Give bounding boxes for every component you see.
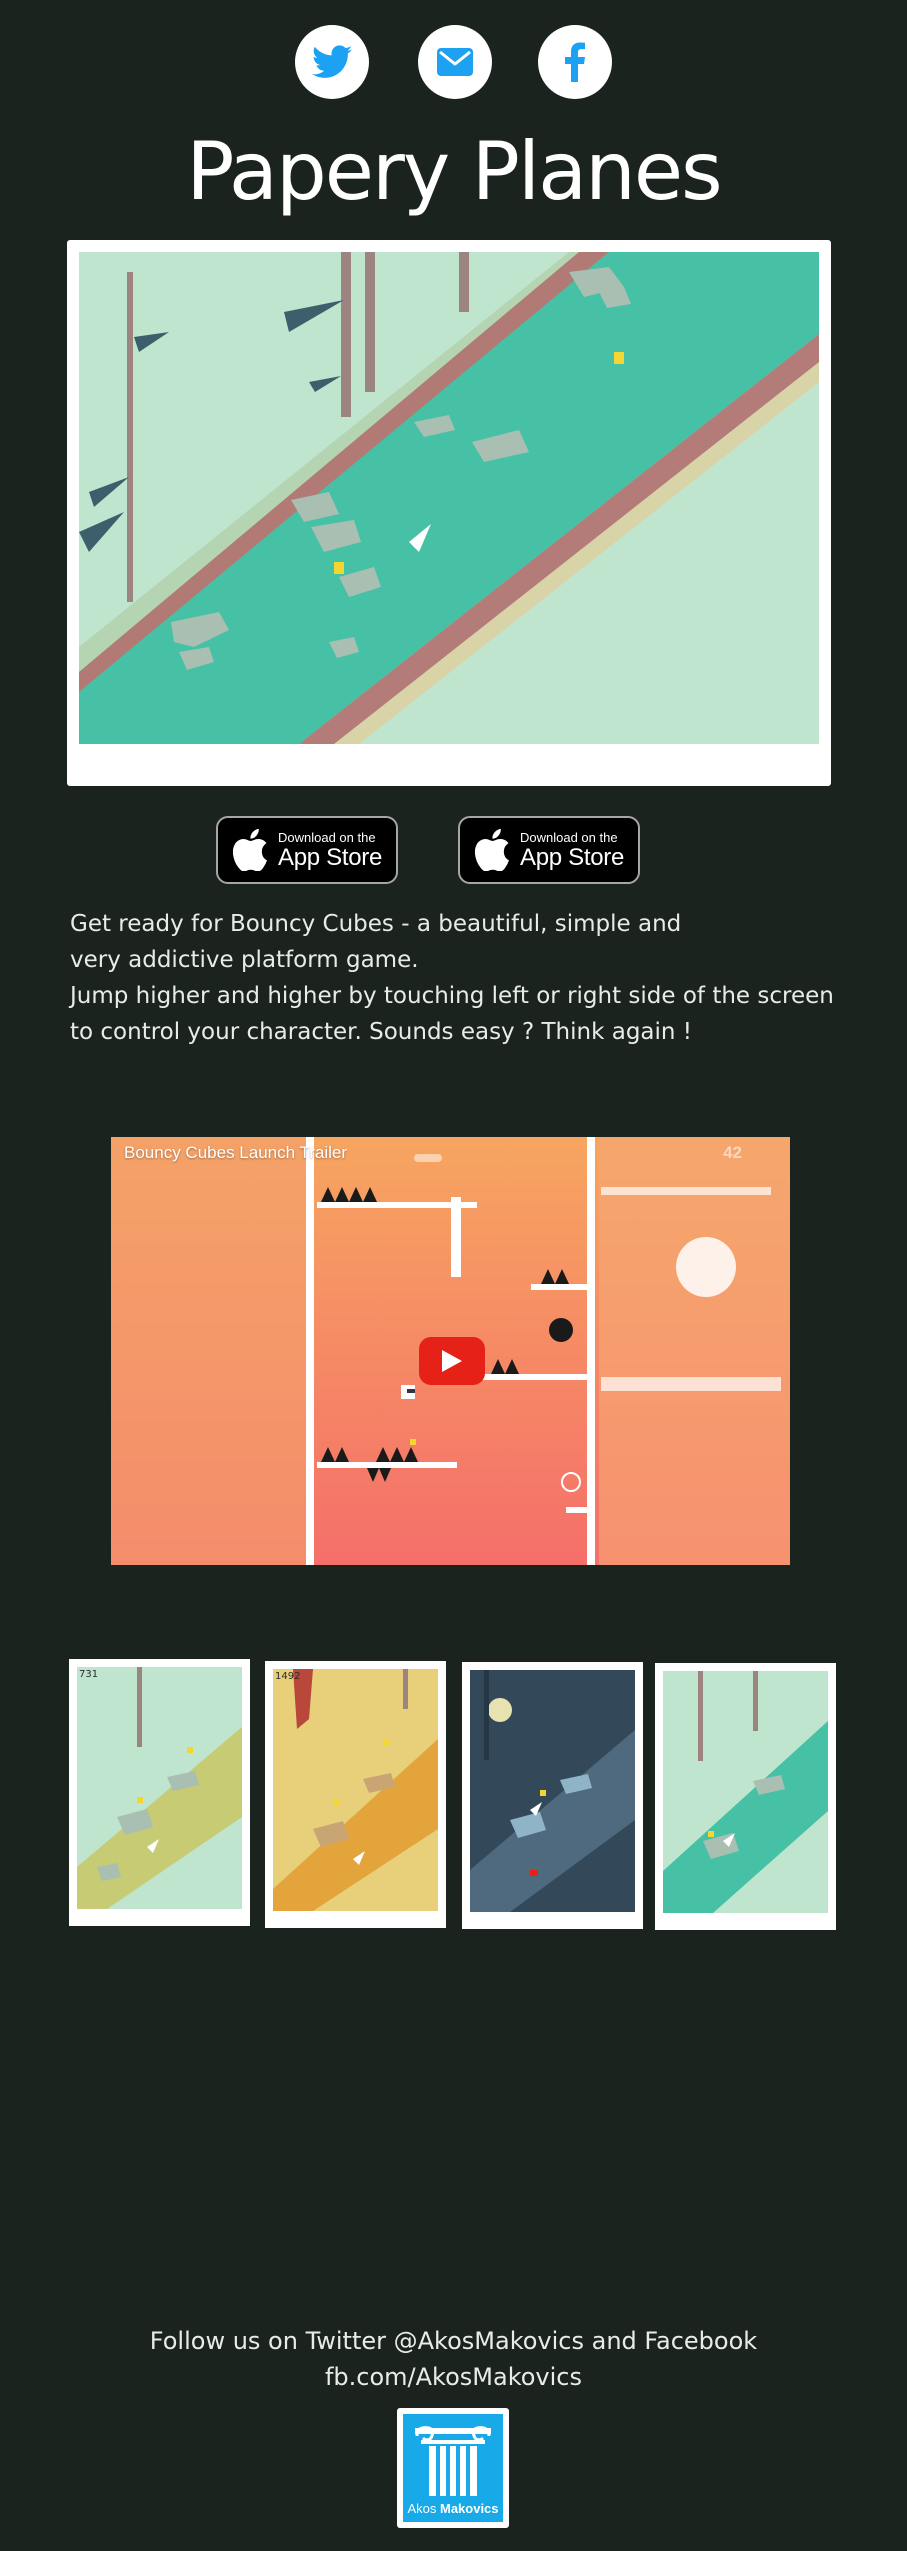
screenshot-thumbnail-1[interactable]: 731 <box>69 1659 250 1926</box>
akos-makovics-logo[interactable]: Akos Makovics <box>397 2408 509 2528</box>
hero-game-screenshot <box>79 252 819 744</box>
app-store-button-1[interactable]: Download on the App Store <box>216 816 398 884</box>
play-icon <box>442 1350 462 1372</box>
apple-icon <box>474 829 509 871</box>
twitter-icon <box>312 45 352 78</box>
logo-caption: Akos Makovics <box>403 2501 503 2516</box>
logo-background: Akos Makovics <box>403 2414 503 2522</box>
store-button-caption: Download on the <box>278 829 376 845</box>
mail-icon <box>437 48 473 76</box>
app-store-button-2[interactable]: Download on the App Store <box>458 816 640 884</box>
description-line: Jump higher and higher by touching left … <box>70 983 834 1009</box>
apple-icon <box>232 829 267 871</box>
video-title: Bouncy Cubes Launch Trailer <box>124 1143 348 1162</box>
facebook-icon <box>565 42 585 82</box>
footer-line: Follow us on Twitter @AkosMakovics and F… <box>149 2327 758 2355</box>
email-button[interactable] <box>418 25 492 99</box>
footer-follow-text: Follow us on Twitter @AkosMakovics and F… <box>0 2323 907 2395</box>
twitter-button[interactable] <box>295 25 369 99</box>
store-button-label: App Store <box>520 843 625 871</box>
description-line: to control your character. Sounds easy ?… <box>70 1019 693 1045</box>
video-score: 42 <box>723 1143 742 1162</box>
logo-last-name: Makovics <box>439 2501 499 2516</box>
store-button-label: App Store <box>278 843 383 871</box>
hero-screenshot-frame <box>67 240 831 786</box>
screenshot-image <box>77 1667 242 1909</box>
video-player[interactable]: Bouncy Cubes Launch Trailer 42 <box>111 1137 790 1565</box>
facebook-button[interactable] <box>538 25 612 99</box>
screenshot-score: 731 <box>79 1669 99 1680</box>
column-logo-icon <box>415 2426 491 2496</box>
screenshot-thumbnail-3[interactable] <box>462 1662 643 1929</box>
logo-first-name: Akos <box>407 2501 437 2516</box>
store-button-caption: Download on the <box>520 829 618 845</box>
screenshot-image <box>663 1671 828 1913</box>
description-line: very addictive platform game. <box>70 947 419 973</box>
screenshot-image <box>470 1670 635 1912</box>
screenshot-thumbnail-2[interactable]: 1492 <box>265 1661 446 1928</box>
screenshot-score: 1492 <box>275 1671 301 1682</box>
page-title: Papery Planes <box>186 125 722 218</box>
description-line: Get ready for Bouncy Cubes - a beautiful… <box>70 911 682 937</box>
screenshot-image <box>273 1669 438 1911</box>
footer-facebook-link[interactable]: fb.com/AkosMakovics <box>0 2359 907 2395</box>
play-button[interactable] <box>419 1337 485 1385</box>
game-description: Get ready for Bouncy Cubes - a beautiful… <box>70 906 870 1050</box>
screenshot-thumbnail-4[interactable] <box>655 1663 836 1930</box>
